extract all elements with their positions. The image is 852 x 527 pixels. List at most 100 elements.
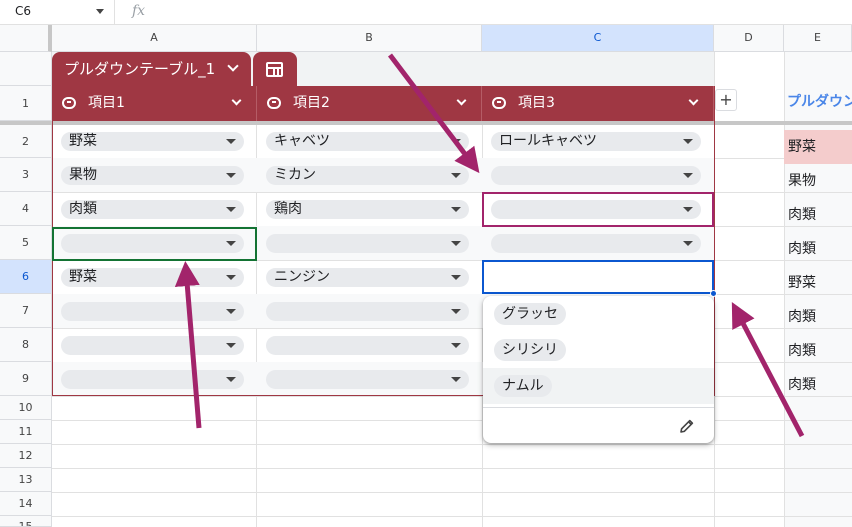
column-header-a[interactable]: A (52, 25, 257, 52)
dropdown-arrow-icon[interactable] (226, 309, 236, 314)
dropdown-chip[interactable]: 野菜 (61, 132, 244, 151)
table-cell[interactable]: 果物 (52, 158, 257, 192)
table-cell[interactable] (257, 294, 482, 328)
dropdown-chip[interactable] (266, 370, 469, 389)
dropdown-arrow-icon[interactable] (683, 173, 693, 178)
dropdown-chip[interactable]: 果物 (61, 166, 244, 185)
dropdown-chip[interactable] (491, 166, 701, 185)
dropdown-chip[interactable] (61, 302, 244, 321)
pencil-icon[interactable] (679, 418, 695, 434)
table-cell[interactable] (257, 226, 482, 260)
row-header-4[interactable]: 4 (0, 192, 52, 226)
table-cell[interactable]: 野菜 (52, 260, 257, 294)
row-header-6[interactable]: 6 (0, 260, 52, 294)
row-header-3[interactable]: 3 (0, 158, 52, 192)
dropdown-arrow-icon[interactable] (226, 173, 236, 178)
dropdown-arrow-icon[interactable] (683, 241, 693, 246)
column-e-cell[interactable]: 野菜 (784, 130, 852, 164)
table-cell[interactable] (257, 362, 482, 396)
dropdown-arrow-icon[interactable] (451, 207, 461, 212)
dropdown-chip[interactable]: 鶏肉 (266, 200, 469, 219)
dropdown-arrow-icon[interactable] (451, 173, 461, 178)
table-cell[interactable]: ミカン (257, 158, 482, 192)
column-header-d[interactable]: D (714, 25, 784, 52)
table-header-item1[interactable]: 項目1 (52, 86, 257, 121)
dropdown-arrow-icon[interactable] (451, 241, 461, 246)
dropdown-chip[interactable]: ロールキャベツ (491, 132, 701, 151)
row-header-10[interactable]: 10 (0, 396, 52, 420)
table-cell[interactable] (52, 328, 257, 362)
table-cell[interactable] (52, 294, 257, 328)
column-e-cell[interactable]: 果物 (784, 164, 852, 198)
table-cell[interactable]: 野菜 (52, 125, 257, 158)
table-cell[interactable]: キャベツ (257, 125, 482, 158)
row-header-2[interactable]: 2 (0, 125, 52, 158)
dropdown-arrow-icon[interactable] (451, 343, 461, 348)
dropdown-chip[interactable]: ミカン (266, 166, 469, 185)
dropdown-option-glasse[interactable]: グラッセ (483, 296, 714, 332)
dropdown-arrow-icon[interactable] (226, 139, 236, 144)
dropdown-chip[interactable] (266, 336, 469, 355)
dropdown-arrow-icon[interactable] (451, 139, 461, 144)
dropdown-chip[interactable]: ニンジン (266, 268, 469, 287)
row-header-12[interactable]: 12 (0, 444, 52, 468)
dropdown-chip[interactable] (61, 370, 244, 389)
row-header-15[interactable]: 15 (0, 516, 52, 527)
column-header-e[interactable]: E (784, 25, 852, 52)
dropdown-chip[interactable]: 肉類 (61, 200, 244, 219)
table-cell[interactable] (482, 226, 714, 260)
dropdown-chip[interactable] (266, 302, 469, 321)
active-cell-c6[interactable] (482, 260, 717, 297)
dropdown-option-namul[interactable]: ナムル (483, 368, 714, 404)
table-cell[interactable]: ニンジン (257, 260, 482, 294)
table-header-item2[interactable]: 項目2 (257, 86, 482, 121)
column-e-cell[interactable]: 野菜 (784, 266, 852, 300)
column-e-cell[interactable]: 肉類 (784, 198, 852, 232)
dropdown-arrow-icon[interactable] (226, 207, 236, 212)
table-cell[interactable]: 鶏肉 (257, 192, 482, 226)
row-header-7[interactable]: 7 (0, 294, 52, 328)
table-header-item3[interactable]: 項目3 (482, 86, 714, 121)
dropdown-arrow-icon[interactable] (683, 139, 693, 144)
row-header-1[interactable]: 1 (0, 86, 52, 121)
dropdown-arrow-icon[interactable] (226, 275, 236, 280)
row-header-9[interactable]: 9 (0, 362, 52, 396)
row-header-5[interactable]: 5 (0, 226, 52, 260)
dropdown-arrow-icon[interactable] (451, 377, 461, 382)
column-header-b[interactable]: B (257, 25, 482, 52)
column-e-cell[interactable]: 肉類 (784, 334, 852, 368)
chevron-down-icon[interactable] (227, 60, 239, 72)
dropdown-arrow-icon[interactable] (226, 343, 236, 348)
dropdown-chip[interactable]: キャベツ (266, 132, 469, 151)
dropdown-arrow-icon[interactable] (451, 309, 461, 314)
column-header-c[interactable]: C (482, 25, 714, 52)
add-column-button[interactable]: + (715, 89, 737, 111)
name-box[interactable]: C6 (0, 0, 115, 24)
column-e-cell[interactable]: 肉類 (784, 368, 852, 402)
table-cell[interactable]: ロールキャベツ (482, 125, 714, 158)
dropdown-arrow-icon[interactable] (451, 275, 461, 280)
dropdown-chip[interactable] (266, 234, 469, 253)
dropdown-chip[interactable]: 野菜 (61, 268, 244, 287)
dropdown-chip[interactable] (61, 336, 244, 355)
table-cell[interactable] (482, 158, 714, 192)
column-e-cell[interactable]: 肉類 (784, 300, 852, 334)
row-header-13[interactable]: 13 (0, 468, 52, 492)
chevron-down-icon[interactable] (456, 95, 467, 106)
table-cell[interactable] (257, 328, 482, 362)
chevron-down-icon[interactable] (96, 9, 104, 14)
table-cell[interactable] (52, 362, 257, 396)
table-view-button[interactable] (253, 52, 297, 86)
table-cell[interactable]: 肉類 (52, 192, 257, 226)
dropdown-option-shirishiri[interactable]: シリシリ (483, 332, 714, 368)
freeze-divider[interactable] (0, 121, 52, 125)
row-header-11[interactable]: 11 (0, 420, 52, 444)
select-all-corner[interactable] (0, 25, 52, 52)
chevron-down-icon[interactable] (231, 95, 242, 106)
table-name-tab[interactable]: プルダウンテーブル_1 (52, 52, 251, 86)
dropdown-chip[interactable] (491, 234, 701, 253)
dropdown-arrow-icon[interactable] (226, 377, 236, 382)
row-header-8[interactable]: 8 (0, 328, 52, 362)
row-header-14[interactable]: 14 (0, 492, 52, 516)
column-e-cell[interactable]: 肉類 (784, 232, 852, 266)
